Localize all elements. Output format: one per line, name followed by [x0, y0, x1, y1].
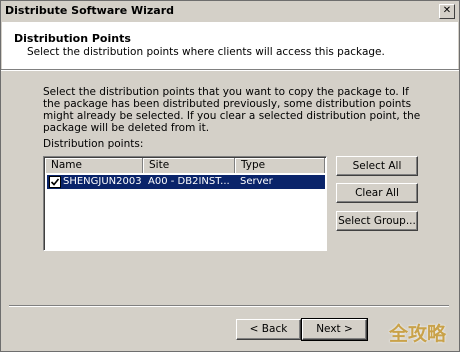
wizard-window: Distribute Software Wizard ✕ Distributio…	[0, 0, 460, 352]
select-all-button[interactable]: Select All	[336, 156, 418, 176]
window-title: Distribute Software Wizard	[5, 4, 175, 17]
row-site: A00 - DB2INST...	[148, 176, 230, 187]
select-group-button[interactable]: Select Group...	[336, 211, 418, 231]
page-title: Distribution Points	[14, 32, 131, 45]
wizard-header: Distribution Points Select the distribut…	[2, 22, 458, 69]
title-bar: Distribute Software Wizard ✕	[1, 1, 459, 21]
list-item[interactable]: SHENGJUN2003 A00 - DB2INST... Server	[47, 175, 325, 189]
column-header-name[interactable]: Name	[45, 158, 143, 173]
column-header-type[interactable]: Type	[235, 158, 325, 173]
checkmark-icon	[50, 178, 60, 186]
row-name: SHENGJUN2003	[63, 176, 142, 187]
distribution-points-label: Distribution points:	[43, 138, 144, 150]
row-type: Server	[240, 176, 273, 187]
column-header-site[interactable]: Site	[143, 158, 235, 173]
close-button[interactable]: ✕	[439, 4, 455, 19]
clear-all-button[interactable]: Clear All	[336, 183, 418, 203]
page-subtitle: Select the distribution points where cli…	[27, 46, 385, 58]
row-checkbox[interactable]	[49, 176, 61, 188]
distribution-points-list[interactable]: Name Site Type SHENGJUN2003 A00 - DB2INS…	[43, 156, 327, 251]
watermark-logo: 全攻略	[389, 323, 447, 345]
back-button[interactable]: < Back	[236, 319, 301, 340]
header-divider	[1, 69, 459, 71]
next-button[interactable]: Next >	[301, 318, 368, 341]
footer-divider	[9, 305, 449, 307]
description-text: Select the distribution points that you …	[43, 86, 421, 134]
